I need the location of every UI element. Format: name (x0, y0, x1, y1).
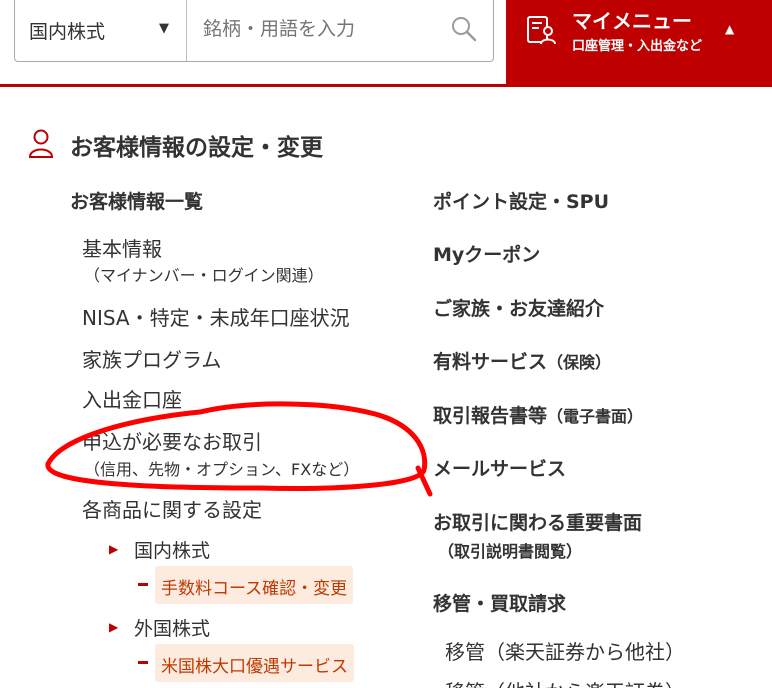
red-annotation-circle (45, 401, 433, 497)
